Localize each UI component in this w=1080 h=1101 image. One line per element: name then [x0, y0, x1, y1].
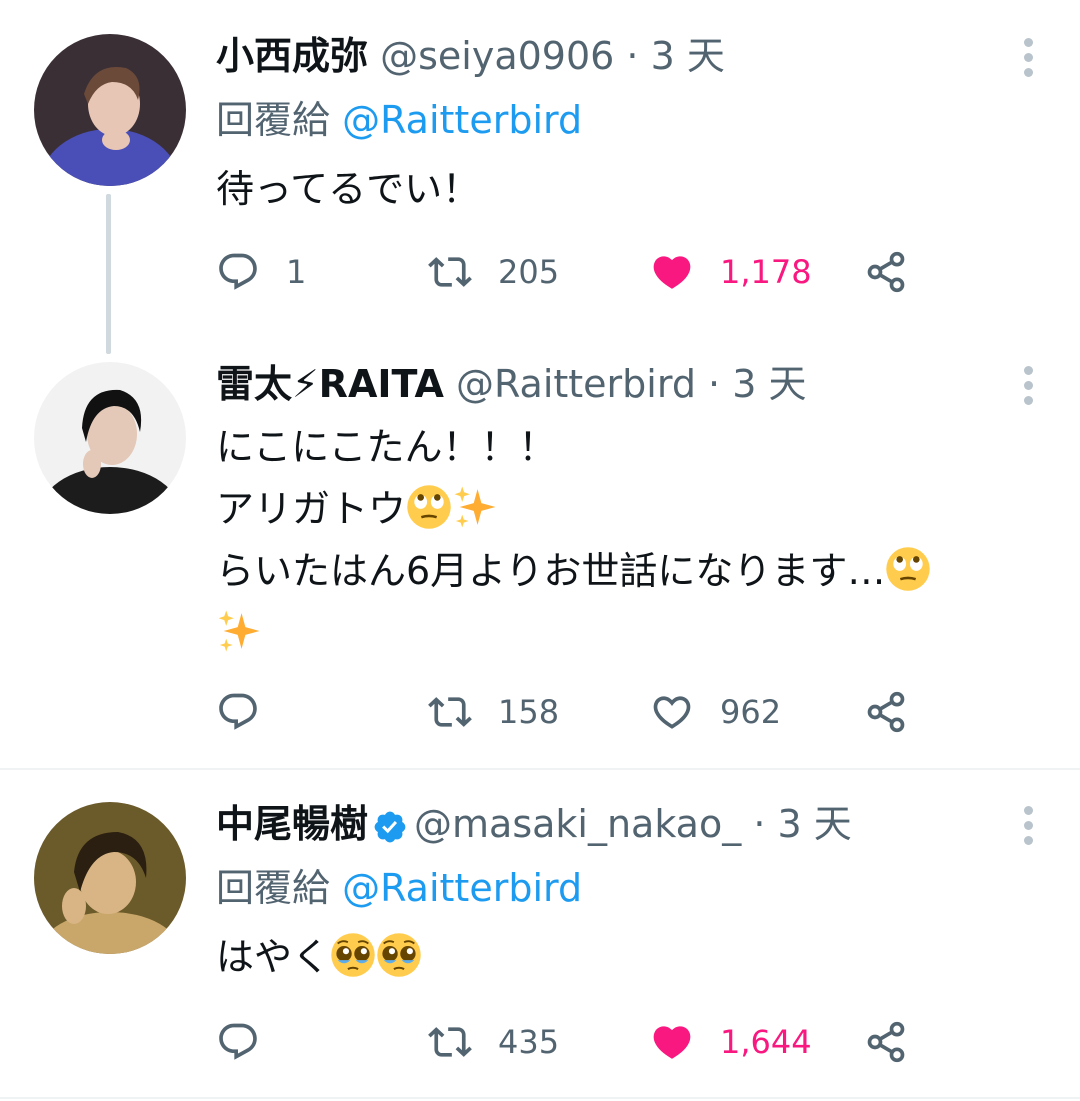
like-button[interactable]: 1,178	[650, 242, 812, 302]
timestamp[interactable]: 3 天	[732, 362, 806, 406]
user-handle[interactable]: @Raitterbird	[456, 362, 696, 406]
avatar[interactable]	[34, 34, 186, 186]
user-handle[interactable]: @masaki_nakao_	[414, 802, 741, 846]
more-options-icon[interactable]	[1022, 366, 1034, 411]
tweet-header: 小西成弥 @seiya0906 · 3 天	[216, 32, 725, 80]
tweet-text: 待ってるでい！	[216, 158, 480, 220]
sparkles-emoji-icon	[216, 608, 262, 654]
timestamp[interactable]: 3 天	[778, 802, 852, 846]
share-button[interactable]	[864, 1012, 934, 1072]
user-handle[interactable]: @seiya0906	[380, 34, 614, 78]
tweet-text-line: 待ってるでい！	[216, 167, 481, 211]
reply-mention-link[interactable]: @Raitterbird	[342, 98, 582, 142]
heart-filled-icon	[650, 250, 694, 294]
retweet-count: 435	[498, 1023, 560, 1061]
like-button[interactable]: 962	[650, 682, 781, 742]
like-button[interactable]: 1,644	[650, 1012, 812, 1072]
share-button[interactable]	[864, 682, 934, 742]
tweet-text-line: はやく	[216, 935, 331, 979]
share-icon	[864, 1020, 908, 1064]
reply-icon	[216, 1020, 260, 1064]
timestamp[interactable]: 3 天	[651, 34, 725, 78]
more-options-icon[interactable]	[1022, 38, 1034, 83]
reply-button[interactable]	[216, 682, 286, 742]
reply-prefix: 回覆給	[216, 98, 331, 142]
separator-dot: ·	[753, 802, 766, 846]
reply-to-line: 回覆給 @Raitterbird	[216, 864, 582, 912]
retweet-button[interactable]: 158	[428, 682, 559, 742]
separator-dot: ·	[626, 34, 639, 78]
face-with-rolling-eyes-emoji-icon	[885, 546, 931, 592]
sparkles-emoji-icon	[452, 484, 498, 530]
tweet-text-line: にこにこたん！！！	[216, 425, 557, 469]
tweet-text-line: らいたはん6月よりお世話になります…	[216, 549, 886, 593]
share-icon	[864, 250, 908, 294]
reply-prefix: 回覆給	[216, 866, 331, 910]
avatar[interactable]	[34, 362, 186, 514]
tweet-divider	[0, 1097, 1080, 1099]
pleading-face-emoji-icon	[376, 932, 422, 978]
pleading-face-emoji-icon	[330, 932, 376, 978]
thread-connector-line	[106, 194, 111, 354]
action-bar: 1 205 1,178	[216, 242, 936, 302]
heart-outline-icon	[650, 690, 694, 734]
retweet-count: 158	[498, 693, 560, 731]
face-with-rolling-eyes-emoji-icon	[406, 484, 452, 530]
share-button[interactable]	[864, 242, 934, 302]
tweet-text: はやく	[216, 926, 422, 988]
tweet-1[interactable]: 小西成弥 @seiya0906 · 3 天 回覆給 @Raitterbird 待…	[0, 0, 1080, 354]
retweet-icon	[428, 250, 472, 294]
tweet-text-line-with-emoji: アリガトウ	[216, 478, 931, 540]
tweet-header: 中尾暢樹 @masaki_nakao_ · 3 天	[216, 800, 852, 848]
like-count: 962	[720, 693, 782, 731]
like-count: 1,178	[720, 253, 812, 291]
reply-icon	[216, 250, 260, 294]
separator-dot: ·	[708, 362, 721, 406]
retweet-count: 205	[498, 253, 560, 291]
retweet-button[interactable]: 435	[428, 1012, 559, 1072]
avatar[interactable]	[34, 802, 186, 954]
retweet-icon	[428, 1020, 472, 1064]
tweet-2[interactable]: 雷太⚡RAITA @Raitterbird · 3 天 にこにこたん！！！ アリ…	[0, 340, 1080, 768]
tweet-3[interactable]: 中尾暢樹 @masaki_nakao_ · 3 天 回覆給 @Raitterbir…	[0, 770, 1080, 1101]
reply-mention-link[interactable]: @Raitterbird	[342, 866, 582, 910]
retweet-icon	[428, 690, 472, 734]
display-name[interactable]: 雷太⚡RAITA	[216, 362, 444, 406]
heart-filled-icon	[650, 1020, 694, 1064]
verified-badge-icon	[372, 809, 408, 845]
more-options-icon[interactable]	[1022, 806, 1034, 851]
share-icon	[864, 690, 908, 734]
reply-to-line: 回覆給 @Raitterbird	[216, 96, 582, 144]
action-bar: 158 962	[216, 682, 936, 742]
tweet-text-line-with-emoji: らいたはん6月よりお世話になります…	[216, 540, 931, 602]
like-count: 1,644	[720, 1023, 812, 1061]
tweet-text-line-with-emoji	[216, 602, 931, 664]
tweet-text: にこにこたん！！！ アリガトウ らいたはん6月よりお世話になります…	[216, 416, 931, 664]
tweet-text-line: アリガトウ	[216, 487, 407, 531]
tweet-header: 雷太⚡RAITA @Raitterbird · 3 天	[216, 360, 806, 408]
retweet-button[interactable]: 205	[428, 242, 559, 302]
action-bar: 435 1,644	[216, 1012, 936, 1072]
reply-count: 1	[286, 253, 307, 291]
reply-button[interactable]: 1	[216, 242, 306, 302]
display-name[interactable]: 中尾暢樹	[216, 802, 368, 846]
display-name[interactable]: 小西成弥	[216, 34, 368, 78]
reply-button[interactable]	[216, 1012, 286, 1072]
reply-icon	[216, 690, 260, 734]
